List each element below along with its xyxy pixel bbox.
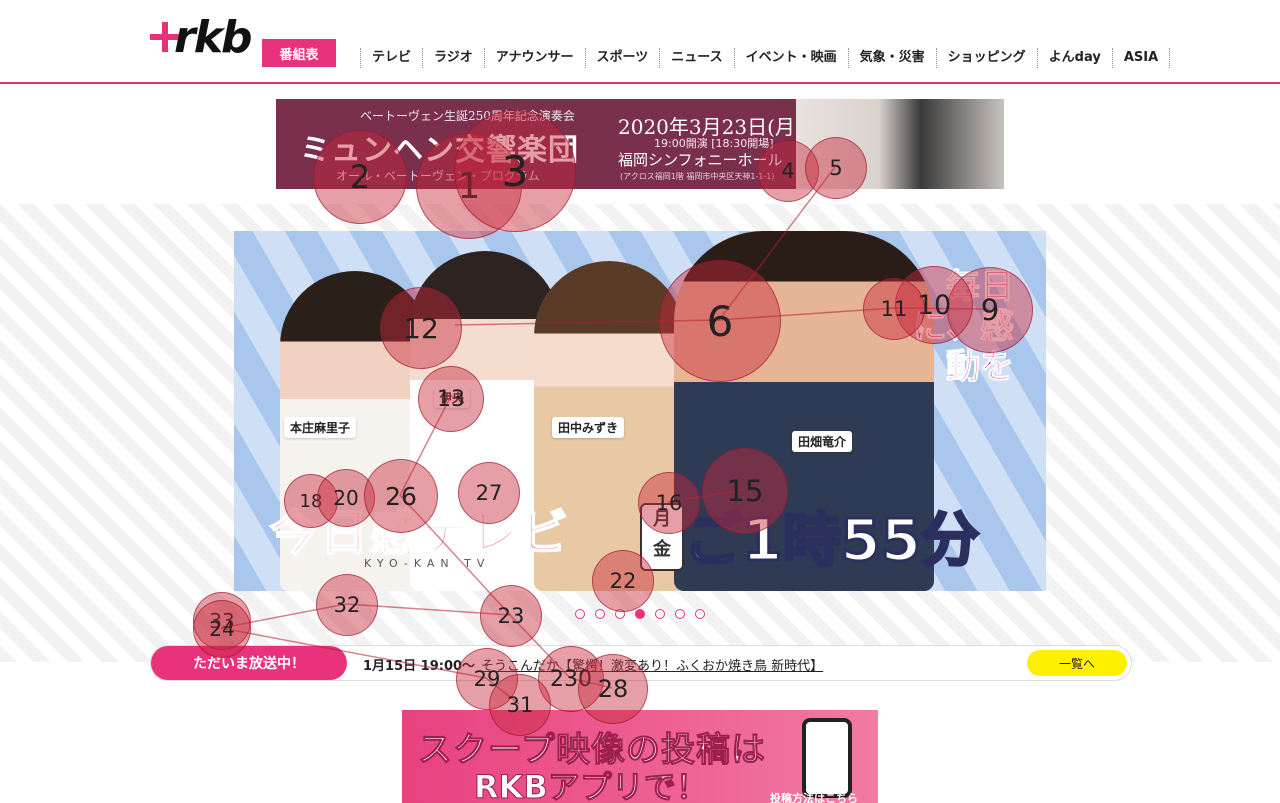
- now-on-air-label: ただいま放送中！: [151, 646, 347, 680]
- nav-item-tv[interactable]: テレビ: [360, 48, 422, 68]
- annotation-marker: 16: [638, 472, 700, 534]
- global-nav: テレビ ラジオ アナウンサー スポーツ ニュース イベント・映画 気象・災害 シ…: [360, 48, 1171, 68]
- rkb-logo[interactable]: rkb: [150, 12, 252, 68]
- view-list-button[interactable]: 一覧へ: [1027, 650, 1127, 676]
- carousel-dot[interactable]: [595, 609, 605, 619]
- annotation-marker: 12: [380, 287, 462, 369]
- presenter-name-tag: 田畑竜介: [792, 431, 853, 452]
- nav-item-yonday[interactable]: よんday: [1036, 48, 1112, 68]
- annotation-marker: 5: [805, 137, 867, 199]
- carousel-dot[interactable]: [695, 609, 705, 619]
- carousel-dot[interactable]: [655, 609, 665, 619]
- annotation-marker: 28: [578, 654, 648, 724]
- annotation-marker: 23: [480, 585, 542, 647]
- carousel-dot[interactable]: [575, 609, 585, 619]
- nav-item-shopping[interactable]: ショッピング: [935, 48, 1037, 68]
- logo-wordmark: rkb: [174, 12, 252, 63]
- annotation-marker: 3: [454, 110, 576, 232]
- annotation-marker: 26: [364, 459, 438, 533]
- day-end: 金: [653, 539, 671, 560]
- annotation-marker: 15: [702, 448, 788, 534]
- nav-item-announcer[interactable]: アナウンサー: [483, 48, 585, 68]
- app-promo-banner[interactable]: スクープ映像の投稿は RKBアプリで！ 投稿方法はこちら: [402, 710, 878, 803]
- annotation-marker: 27: [458, 462, 520, 524]
- annotation-marker: 6: [659, 260, 781, 382]
- presenter-name-tag: 田中みずき: [552, 417, 625, 438]
- schedule-button[interactable]: 番組表: [262, 39, 336, 67]
- nav-item-event-movie[interactable]: イベント・映画: [733, 48, 848, 68]
- nav-item-news[interactable]: ニュース: [659, 48, 733, 68]
- app-banner-howto: 投稿方法はこちら: [770, 792, 858, 803]
- annotation-marker: 2: [313, 130, 407, 224]
- annotation-marker: 32: [316, 574, 378, 636]
- carousel-dots: [575, 609, 705, 619]
- nav-item-weather[interactable]: 気象・災害: [847, 48, 936, 68]
- nav-item-asia[interactable]: ASIA: [1111, 48, 1171, 68]
- carousel-dot[interactable]: [635, 609, 645, 619]
- annotation-marker: 13: [418, 366, 484, 432]
- show-title-en: KYO-KAN TV: [364, 557, 491, 570]
- annotation-marker: 31: [489, 674, 551, 736]
- on-air-program-link[interactable]: そうこんだか【驚愕！激変あり！ふくおか焼き鳥 新時代】: [481, 655, 823, 674]
- site-header: rkb 番組表 テレビ ラジオ アナウンサー スポーツ ニュース イベント・映画…: [0, 0, 1280, 84]
- carousel-dot[interactable]: [675, 609, 685, 619]
- annotation-marker: 11: [863, 278, 925, 340]
- nav-item-sports[interactable]: スポーツ: [584, 48, 660, 68]
- nav-item-radio[interactable]: ラジオ: [422, 48, 484, 68]
- annotation-marker: 24: [193, 600, 251, 658]
- annotation-marker: 22: [592, 550, 654, 612]
- smartphone-icon: [802, 718, 852, 798]
- concert-address: (アクロス福岡1階 福岡市中央区天神1-1-1): [620, 172, 775, 181]
- app-banner-line2: RKBアプリで！: [474, 768, 709, 803]
- presenter-name-tag: 本庄麻里子: [284, 417, 357, 438]
